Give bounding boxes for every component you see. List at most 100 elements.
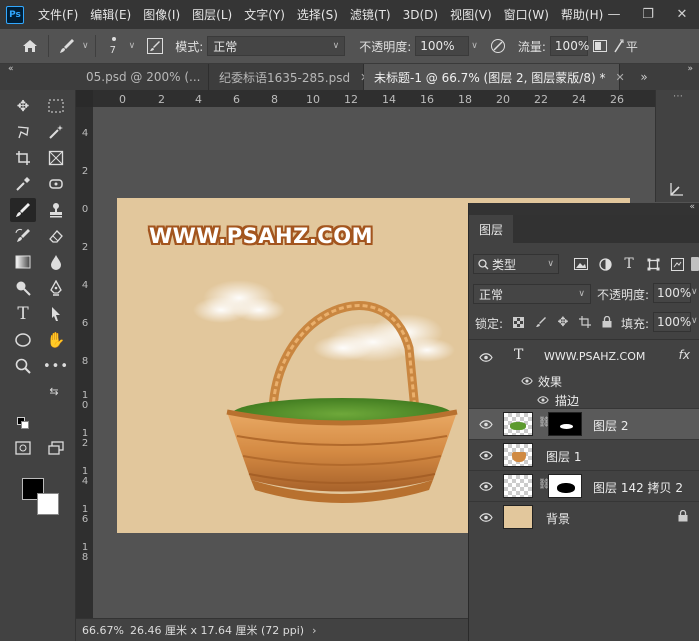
path-selection-tool-icon[interactable] [43,302,69,326]
menu-3d[interactable]: 3D(D) [397,8,444,22]
menu-window[interactable]: 窗口(W) [498,6,555,23]
layer-thumbnail[interactable] [503,505,533,529]
visibility-eye-icon[interactable] [478,479,494,493]
layer-row-text[interactable]: T WWW.PSAHZ.COM fx [469,340,699,374]
menu-filter[interactable]: 滤镜(T) [344,6,397,23]
background-color-swatch[interactable] [37,493,59,515]
zoom-tool-icon[interactable] [10,354,36,378]
type-tool-icon[interactable]: T [10,302,36,326]
spot-healing-icon[interactable] [43,172,69,196]
fill-field[interactable]: 100% [653,312,691,332]
eyedropper-tool-icon[interactable] [10,172,36,196]
menu-select[interactable]: 选择(S) [291,6,344,23]
layer-row-layer-2[interactable]: ⛓ 图层 2 [469,408,699,439]
layer-row-layer-1[interactable]: 图层 1 [469,439,699,470]
link-chain-icon[interactable]: ⛓ [538,417,551,428]
move-tool-icon[interactable]: ✥ [10,94,36,118]
dodge-tool-icon[interactable] [10,276,36,300]
lock-artboard-icon[interactable] [577,314,593,330]
lock-position-icon[interactable]: ✥ [555,314,571,330]
filter-smart-object-icon[interactable] [668,255,686,273]
marquee-tool-icon[interactable] [43,94,69,118]
swap-colors-icon[interactable]: ⇆ [46,384,62,398]
eraser-tool-icon[interactable] [43,224,69,248]
filter-shape-icon[interactable] [644,255,662,273]
layer-mask-thumbnail[interactable] [548,474,582,498]
ellipse-tool-icon[interactable] [10,328,36,352]
minimize-icon[interactable]: — [597,0,631,29]
visibility-eye-icon[interactable] [478,510,494,524]
visibility-eye-icon[interactable] [535,393,551,407]
tab-document-active[interactable]: 未标题-1 @ 66.7% (图层 2, 图层蒙版/8) * ✕ [364,64,625,90]
layer-row-background[interactable]: 背景 [469,501,699,532]
chevron-down-icon[interactable]: ∨ [691,287,698,297]
airbrush-icon[interactable] [612,34,626,58]
default-colors-icon[interactable] [16,416,30,430]
effects-row[interactable]: 效果 [469,371,699,391]
chevron-down-icon[interactable]: ∨ [82,41,89,51]
gradient-tool-icon[interactable] [10,250,36,274]
visibility-eye-icon[interactable] [519,374,535,388]
brush-preset-icon[interactable] [55,34,79,58]
menu-view[interactable]: 视图(V) [444,6,498,23]
close-icon[interactable]: ✕ [615,71,624,84]
menu-edit[interactable]: 编辑(E) [84,6,137,23]
tab-document-2[interactable]: 纪委标语1635-285.psd ✕ [209,64,369,90]
lock-image-icon[interactable] [533,314,549,330]
brush-tool-icon[interactable] [10,198,36,222]
quick-selection-tool-icon[interactable] [43,120,69,144]
brush-panel-toggle-icon[interactable] [143,34,167,58]
chevron-right-icon[interactable]: › [312,624,316,637]
collapse-panel-icon[interactable]: « [689,202,695,212]
blend-mode-select[interactable]: 正常 ∨ [473,284,591,304]
filter-toggle[interactable] [691,257,699,271]
crop-tool-icon[interactable] [10,146,36,170]
link-chain-icon[interactable]: ⛓ [538,479,551,490]
photoshop-logo-icon[interactable]: Ps [6,5,24,24]
flow-field[interactable]: 100% [549,36,589,56]
mode-select[interactable]: 正常 ∨ [207,36,346,56]
flow-slider-icon[interactable] [588,34,612,58]
collapse-panels-icon[interactable]: » [687,64,693,74]
properties-panel-icon[interactable] [666,178,688,200]
screen-mode-icon[interactable] [43,436,69,460]
visibility-eye-icon[interactable] [478,448,494,462]
menu-type[interactable]: 文字(Y) [238,6,291,23]
restore-icon[interactable]: ❐ [631,0,665,29]
brush-size-picker[interactable]: 7 [102,31,126,61]
menu-layer[interactable]: 图层(L) [186,6,238,23]
lock-all-icon[interactable] [599,314,615,330]
home-icon[interactable] [18,34,42,58]
lock-icon[interactable] [678,509,688,525]
zoom-level[interactable]: 66.67% [82,624,126,637]
clone-stamp-tool-icon[interactable] [43,198,69,222]
lasso-tool-icon[interactable] [10,120,36,144]
menu-file[interactable]: 文件(F) [32,6,84,23]
layer-thumbnail[interactable] [503,474,533,498]
stroke-effect-row[interactable]: 描边 [469,390,699,410]
hand-tool-icon[interactable]: ✋ [43,328,69,352]
tab-overflow-icon[interactable]: » [636,64,652,90]
tab-layers[interactable]: 图层 [469,215,514,243]
layer-opacity-field[interactable]: 100% [653,283,691,303]
filter-adjustment-icon[interactable] [596,255,614,273]
chevron-down-icon[interactable]: ∨ [691,316,698,326]
quick-mask-icon[interactable] [10,436,36,460]
ruler-origin[interactable] [76,90,93,107]
opacity-field[interactable]: 100% [415,36,470,56]
layer-thumbnail[interactable] [503,443,533,467]
layer-row-layer-142-copy-2[interactable]: ⛓ 图层 142 拷贝 2 [469,470,699,501]
ruler-vertical[interactable]: 4 2 0 2 4 6 8 1 0 1 2 1 4 1 6 1 8 [76,107,93,618]
history-brush-tool-icon[interactable] [10,224,36,248]
blur-tool-icon[interactable] [43,250,69,274]
menu-image[interactable]: 图像(I) [137,6,186,23]
chevron-down-icon[interactable]: ∨ [129,41,136,51]
panel-grip-icon[interactable]: ⋯ [668,90,688,102]
more-tools-icon[interactable]: ••• [43,354,69,378]
collapse-toolbar-icon[interactable]: « [8,64,14,76]
pen-tool-icon[interactable] [43,276,69,300]
visibility-eye-icon[interactable] [478,417,494,431]
visibility-eye-icon[interactable] [478,350,494,364]
tab-document-1[interactable]: 05.psd @ 200% (... ✕ [76,64,220,90]
filter-pixel-icon[interactable] [572,255,590,273]
